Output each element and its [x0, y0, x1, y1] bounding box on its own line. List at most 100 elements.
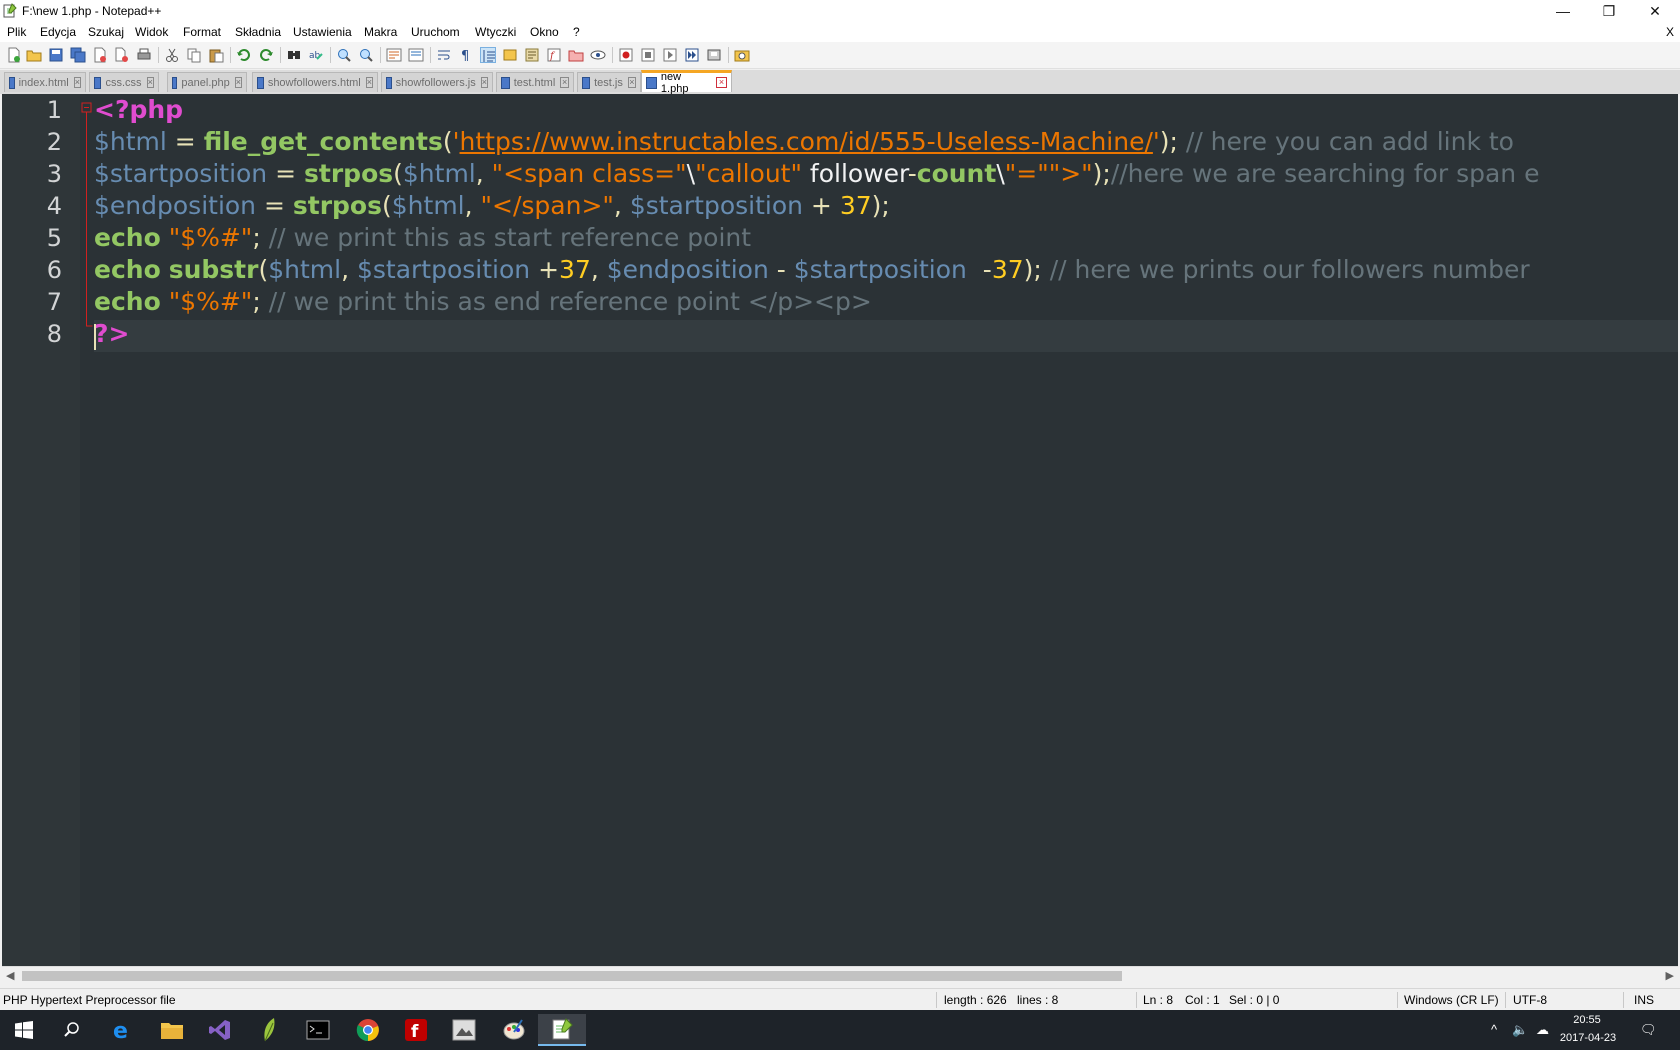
paint-icon[interactable]	[490, 1014, 538, 1046]
paste-icon[interactable]	[208, 47, 224, 63]
status-eol[interactable]: Windows (CR LF)	[1404, 993, 1499, 1007]
menu-ustawienia[interactable]: Ustawienia	[293, 25, 352, 39]
user-language-icon[interactable]	[502, 47, 518, 63]
macro-save-icon[interactable]	[706, 47, 722, 63]
status-encoding[interactable]: UTF-8	[1513, 993, 1547, 1007]
notepadpp-app-icon	[3, 3, 17, 18]
visual-studio-icon[interactable]	[196, 1014, 244, 1046]
menu-wtyczki[interactable]: Wtyczki	[475, 25, 516, 39]
tab-showfollowers-html[interactable]: showfollowers.html ×	[252, 72, 378, 92]
open-file-icon[interactable]	[26, 47, 42, 63]
menu-okno[interactable]: Okno	[530, 25, 559, 39]
minimize-button[interactable]: —	[1540, 0, 1586, 22]
sync-vertical-icon[interactable]	[386, 47, 402, 63]
replace-icon[interactable]: ab	[308, 47, 324, 63]
clock-time[interactable]: 20:55	[1560, 1014, 1614, 1026]
save-all-icon[interactable]	[70, 47, 86, 63]
menu-uruchom[interactable]: Uruchom	[411, 25, 460, 39]
chrome-icon[interactable]	[344, 1014, 392, 1046]
menu-makra[interactable]: Makra	[364, 25, 397, 39]
file-explorer-icon[interactable]	[148, 1014, 196, 1046]
notepadpp-icon[interactable]	[538, 1014, 586, 1046]
tab-test-html[interactable]: test.html ×	[496, 72, 574, 92]
tab-close-icon[interactable]: ×	[716, 77, 728, 88]
start-icon[interactable]	[0, 1014, 48, 1046]
save-icon[interactable]	[48, 47, 64, 63]
close-all-icon[interactable]	[114, 47, 130, 63]
find-icon[interactable]	[286, 47, 302, 63]
sync-horizontal-icon[interactable]	[408, 47, 424, 63]
menu-help[interactable]: ?	[573, 25, 580, 39]
fold-marker-icon[interactable]	[80, 94, 94, 334]
code-token: '	[1152, 127, 1160, 156]
tab-close-icon[interactable]: ×	[73, 77, 81, 88]
line-number: 3	[46, 160, 62, 188]
code-token: //here we are searching for span e	[1110, 159, 1540, 188]
horizontal-scrollbar[interactable]: ◀ ▶	[2, 966, 1678, 985]
tab-test-js[interactable]: test.js ×	[577, 72, 641, 92]
redo-icon[interactable]	[258, 47, 274, 63]
tab-close-icon[interactable]: ×	[627, 77, 636, 88]
tab-new-1-php[interactable]: new 1.php ×	[641, 70, 732, 95]
tab-close-icon[interactable]: ×	[234, 77, 242, 88]
scroll-left-arrow-icon[interactable]: ◀	[6, 969, 14, 982]
scroll-right-arrow-icon[interactable]: ▶	[1666, 969, 1674, 982]
tab-close-icon[interactable]: ×	[560, 77, 569, 88]
app-icon[interactable]	[440, 1014, 488, 1046]
status-lines: lines : 8	[1017, 993, 1059, 1007]
macro-record-icon[interactable]	[618, 47, 634, 63]
tab-close-icon[interactable]: ×	[480, 77, 488, 88]
close-button[interactable]: ✕	[1632, 0, 1678, 22]
tab-css-css[interactable]: css.css ×	[89, 72, 159, 92]
new-file-icon[interactable]	[6, 47, 22, 63]
tab-panel-php[interactable]: panel.php ×	[167, 72, 247, 92]
filezilla-icon[interactable]: f	[392, 1014, 440, 1046]
tab-close-icon[interactable]: ×	[365, 77, 373, 88]
menu-skladnia[interactable]: Składnia	[235, 25, 281, 39]
word-wrap-icon[interactable]	[436, 47, 452, 63]
cmd-icon[interactable]	[294, 1014, 342, 1046]
feather-app-icon[interactable]	[246, 1014, 294, 1046]
onedrive-icon[interactable]: ☁	[1536, 1022, 1549, 1038]
code-token: ,	[341, 255, 357, 284]
status-col: Col : 1	[1185, 993, 1220, 1007]
tab-index-html[interactable]: index.html ×	[4, 72, 86, 92]
code-token[interactable]: https://www.instructables.com/id/555-Use…	[460, 127, 1153, 156]
monitoring-icon[interactable]	[590, 47, 606, 63]
tab-showfollowers-js[interactable]: showfollowers.js ×	[381, 72, 493, 92]
text-cursor	[94, 324, 96, 350]
zoom-out-icon[interactable]	[358, 47, 374, 63]
tab-close-icon[interactable]: ×	[146, 77, 154, 88]
function-list-icon[interactable]: f	[546, 47, 562, 63]
menu-widok[interactable]: Widok	[135, 25, 168, 39]
cut-icon[interactable]	[164, 47, 180, 63]
close-file-icon[interactable]	[92, 47, 108, 63]
run-in-browser-icon[interactable]	[734, 47, 750, 63]
code-editor[interactable]: 12345678 <?php $html = file_get_contents(…	[2, 94, 1678, 967]
action-center-icon[interactable]: 🗨	[1640, 1022, 1657, 1038]
macro-stop-icon[interactable]	[640, 47, 656, 63]
menu-plik[interactable]: Plik	[7, 25, 26, 39]
edge-icon[interactable]: e	[98, 1014, 146, 1046]
menu-edycja[interactable]: Edycja	[40, 25, 76, 39]
copy-icon[interactable]	[186, 47, 202, 63]
folder-workspace-icon[interactable]	[568, 47, 584, 63]
search-icon[interactable]	[48, 1014, 96, 1046]
macro-run-multiple-icon[interactable]	[684, 47, 700, 63]
menu-format[interactable]: Format	[183, 25, 221, 39]
volume-icon[interactable]: 🔈	[1512, 1022, 1528, 1038]
show-all-chars-icon[interactable]: ¶	[458, 47, 474, 63]
undo-icon[interactable]	[236, 47, 252, 63]
tab-bar: index.html × css.css × panel.php × showfoll…	[0, 70, 1680, 95]
clock-date[interactable]: 2017-04-23	[1556, 1032, 1620, 1044]
print-icon[interactable]	[136, 47, 152, 63]
maximize-button[interactable]: ❐	[1586, 0, 1632, 22]
doc-map-icon[interactable]	[524, 47, 540, 63]
indent-guide-icon[interactable]	[480, 47, 496, 63]
show-hidden-icons-icon[interactable]: ^	[1491, 1022, 1497, 1037]
macro-play-icon[interactable]	[662, 47, 678, 63]
zoom-in-icon[interactable]	[336, 47, 352, 63]
menu-szukaj[interactable]: Szukaj	[88, 25, 124, 39]
close-document-button[interactable]: X	[1666, 25, 1674, 39]
scrollbar-thumb[interactable]	[22, 971, 1122, 981]
